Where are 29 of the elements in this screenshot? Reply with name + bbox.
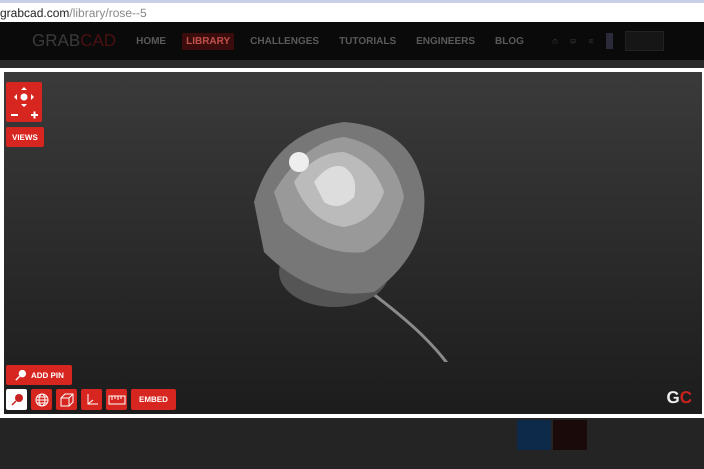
search-field[interactable] — [624, 31, 664, 51]
pin-tool-button[interactable] — [6, 389, 27, 410]
nav-link[interactable]: ENGINEERS — [412, 32, 480, 50]
nav-link[interactable]: LIBRARY — [182, 32, 234, 50]
pin-icon — [14, 368, 27, 382]
globe-tool-button[interactable] — [31, 389, 52, 410]
ruler-tool-button[interactable] — [106, 389, 127, 410]
url-domain: grabcad.com — [0, 6, 70, 20]
navigation-pad[interactable] — [6, 82, 42, 122]
avatar[interactable] — [606, 33, 613, 49]
thumbnail-image[interactable] — [517, 420, 551, 450]
views-button[interactable]: VIEWS — [6, 127, 44, 147]
address-bar[interactable]: grabcad.com/library/rose--5 — [0, 0, 704, 22]
pin-icon — [10, 392, 24, 406]
globe-icon — [34, 392, 48, 406]
url-path: /library/rose--5 — [69, 6, 147, 20]
nav-link[interactable]: HOME — [132, 32, 170, 50]
ruler-icon — [108, 394, 126, 404]
embed-button[interactable]: EMBED — [131, 389, 176, 410]
cube-tool-button[interactable] — [56, 389, 77, 410]
nav-link[interactable]: CHALLENGES — [246, 32, 324, 50]
cube-icon — [60, 392, 74, 406]
nav-link[interactable]: BLOG — [491, 32, 528, 50]
thumbnail-image[interactable] — [553, 420, 587, 450]
nav-link[interactable]: TUTORIALS — [335, 32, 400, 50]
axes-icon — [84, 392, 98, 406]
brand-logo: GC — [666, 388, 692, 408]
add-pin-button[interactable]: ADD PIN — [6, 365, 72, 385]
axes-tool-button[interactable] — [81, 389, 102, 410]
